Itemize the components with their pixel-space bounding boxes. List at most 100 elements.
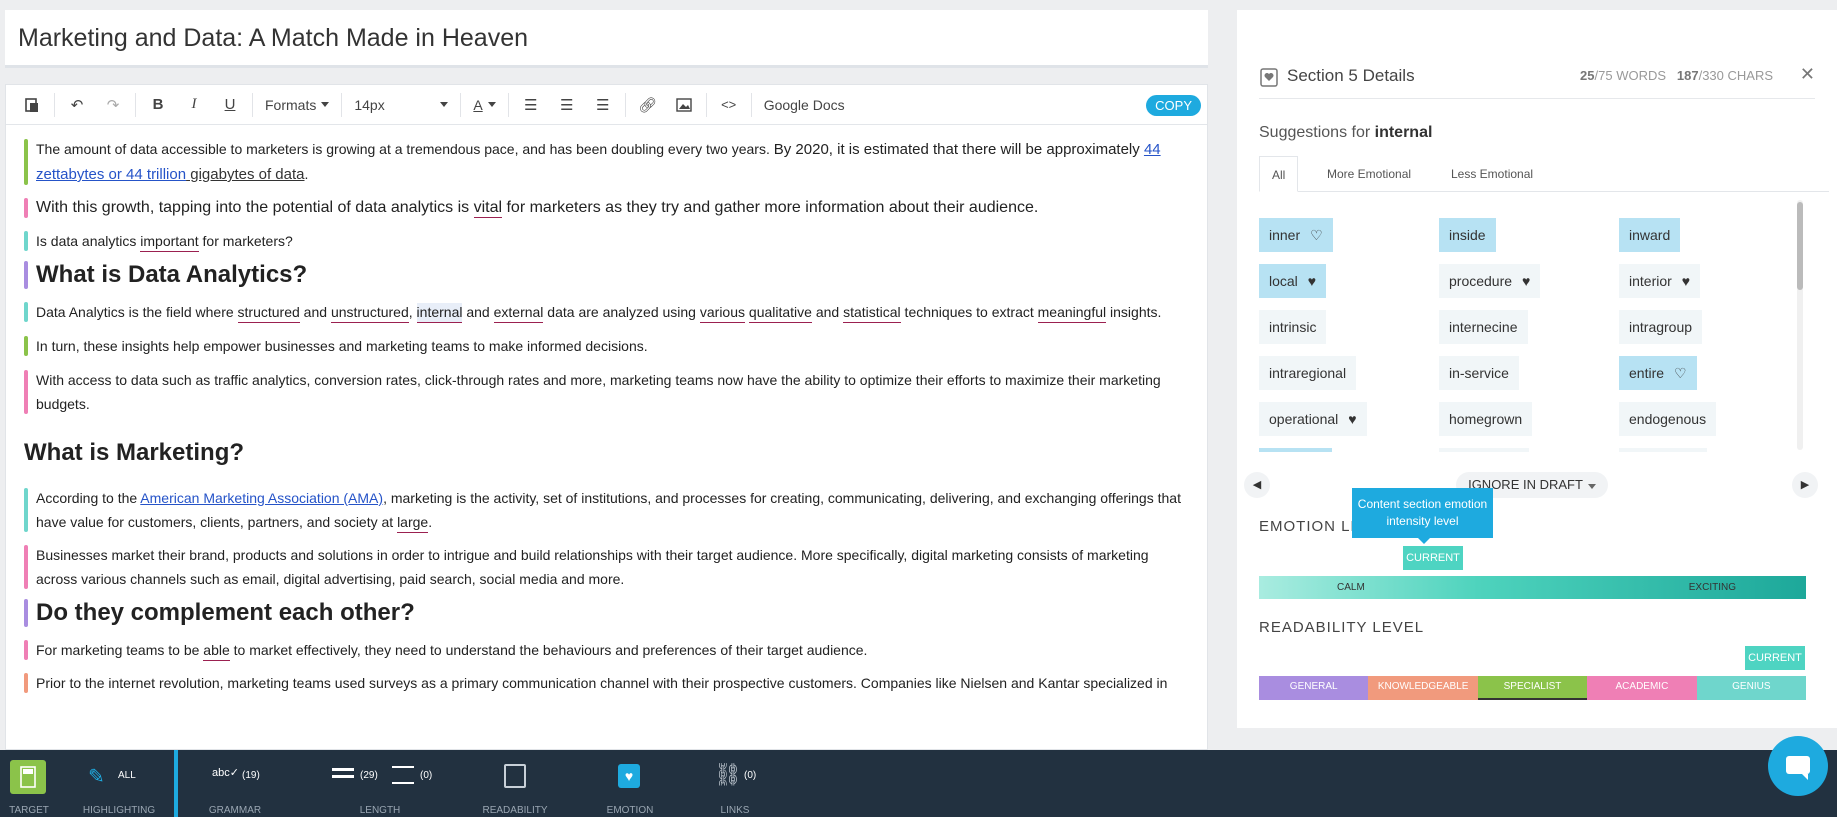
suggestion-chip[interactable]: internecine — [1439, 310, 1528, 344]
image-icon[interactable] — [666, 85, 702, 125]
paragraph[interactable]: With this growth, tapping into the poten… — [24, 196, 1193, 220]
suggestion-chip[interactable]: entire ♡ — [1619, 356, 1697, 390]
underline-icon[interactable]: U — [212, 85, 248, 125]
length-bars-icon — [332, 768, 354, 778]
paragraph[interactable]: According to the American Marketing Asso… — [24, 486, 1193, 534]
length-label: LENGTH — [359, 805, 401, 816]
paste-icon[interactable] — [14, 85, 50, 125]
suggestion-chip[interactable]: inside — [1439, 218, 1496, 252]
editor-toolbar: ↶ ↷ B I U Formats 14px A ☰ ☰ ☰ 🔗︎ <> Goo… — [6, 85, 1207, 125]
suggestion-chip[interactable]: integral♡ — [1619, 448, 1708, 452]
align-center-icon[interactable]: ☰ — [549, 85, 585, 125]
suggestion-chip[interactable]: interior ♥ — [1619, 264, 1701, 298]
grammar-tab[interactable]: abc✓ (19) GRAMMAR — [180, 750, 290, 817]
heart-outline-icon[interactable]: ♡ — [1685, 448, 1698, 452]
formats-label: Formats — [265, 96, 317, 113]
code-icon[interactable]: <> — [711, 85, 747, 125]
font-color-dropdown[interactable]: A — [465, 85, 503, 125]
heart-filled-icon[interactable]: ♥ — [1522, 264, 1530, 298]
heart-filled-icon[interactable]: ♥ — [1308, 264, 1316, 298]
heart-filled-icon[interactable]: ♥ — [1348, 402, 1356, 436]
align-left-icon[interactable]: ☰ — [513, 85, 549, 125]
paragraph[interactable]: In turn, these insights help empower bus… — [24, 334, 1193, 358]
suggestion-chip[interactable]: intragroup — [1619, 310, 1703, 344]
paragraph[interactable]: For marketing teams to be able to market… — [24, 638, 1193, 662]
font-color-icon: A — [473, 96, 483, 113]
paragraph[interactable]: Data Analytics is the field where struct… — [24, 300, 1193, 324]
highlighting-tab[interactable]: ✎ ALL HIGHLIGHTING — [66, 750, 172, 817]
suggestion-chip[interactable]: operational ♥ — [1259, 402, 1367, 436]
suggestion-chip[interactable]: endogenous — [1619, 402, 1717, 436]
suggestion-chip[interactable]: inner ♡ — [1259, 218, 1333, 252]
suggestion-chip[interactable]: inward — [1619, 218, 1681, 252]
align-right-icon[interactable]: ☰ — [585, 85, 621, 125]
highlighted-word[interactable]: various — [699, 303, 746, 323]
link-icon[interactable]: 🔗︎ — [630, 85, 666, 125]
suggestion-chip[interactable]: institutional — [1439, 448, 1530, 452]
tab-less-emotional[interactable]: Less Emotional — [1439, 156, 1545, 192]
formats-dropdown[interactable]: Formats — [257, 85, 337, 125]
suggestion-chip[interactable]: intrinsic — [1259, 310, 1327, 344]
readability-knowledgeable: KNOWLEDGEABLE — [1368, 676, 1478, 700]
highlighted-word[interactable]: structured — [237, 303, 300, 323]
undo-icon[interactable]: ↶ — [59, 85, 95, 125]
target-tab[interactable]: TARGET — [0, 750, 58, 817]
heading[interactable]: What is Marketing? — [24, 438, 1193, 468]
redo-icon[interactable]: ↷ — [95, 85, 131, 125]
highlighted-word[interactable]: external — [493, 303, 544, 323]
highlighted-word[interactable]: statistical — [843, 303, 901, 323]
emotion-high-label: EXCITING — [1688, 582, 1736, 593]
bottom-toolbar: TARGET ✎ ALL HIGHLIGHTING abc✓ (19) GRAM… — [0, 750, 1837, 817]
highlighted-word[interactable]: large — [397, 513, 429, 533]
highlighted-word[interactable]: meaningful — [1037, 303, 1107, 323]
paragraph[interactable]: Businesses market their brand, products … — [24, 543, 1193, 591]
bold-icon[interactable]: B — [140, 85, 176, 125]
paragraph[interactable]: The amount of data accessible to markete… — [24, 137, 1193, 187]
paragraph[interactable]: Is data analytics important for marketer… — [24, 229, 1193, 253]
tab-all[interactable]: All — [1259, 156, 1299, 192]
prev-arrow-icon[interactable]: ◀ — [1244, 472, 1270, 498]
chat-bubble-icon[interactable] — [1768, 736, 1828, 796]
suggestion-chip[interactable]: home♥ — [1259, 448, 1333, 452]
emotion-tab[interactable]: ♥ EMOTION — [580, 750, 680, 817]
document-title[interactable]: Marketing and Data: A Match Made in Heav… — [18, 24, 528, 53]
readability-tab[interactable]: READABILITY — [470, 750, 560, 817]
highlighted-word[interactable]: unstructured — [330, 303, 409, 323]
links-tab[interactable]: ⛓ (0) LINKS — [690, 750, 780, 817]
suggestion-chip[interactable]: homegrown — [1439, 402, 1533, 436]
length-value-2: (0) — [420, 770, 433, 781]
emotion-level-title: EMOTION LE — [1259, 518, 1362, 535]
highlighted-word[interactable]: qualitative — [748, 303, 812, 323]
suggestion-chip[interactable]: local ♥ — [1259, 264, 1327, 298]
paragraph[interactable]: Prior to the internet revolution, market… — [24, 671, 1193, 695]
highlighted-word-selected[interactable]: internal — [416, 303, 463, 323]
document-body[interactable]: The amount of data accessible to markete… — [6, 137, 1207, 695]
font-size-dropdown[interactable]: 14px — [346, 85, 456, 125]
heart-filled-icon[interactable]: ♥ — [1314, 448, 1322, 452]
suggestions-scrollbar[interactable] — [1797, 200, 1803, 450]
paragraph[interactable]: With access to data such as traffic anal… — [24, 368, 1193, 416]
ama-link[interactable]: American Marketing Association (AMA) — [140, 490, 383, 506]
suggestion-chip[interactable]: in-service — [1439, 356, 1519, 390]
heart-outline-icon[interactable]: ♡ — [1310, 218, 1323, 252]
emotion-heart-icon: ♥ — [618, 764, 640, 788]
readability-academic: ACADEMIC — [1587, 676, 1697, 700]
next-arrow-icon[interactable]: ▶ — [1792, 472, 1818, 498]
section-icon — [1259, 66, 1279, 93]
editor: ↶ ↷ B I U Formats 14px A ☰ ☰ ☰ 🔗︎ <> Goo… — [5, 84, 1208, 750]
highlighted-word[interactable]: vital — [473, 198, 503, 218]
highlighted-word[interactable]: able — [203, 641, 230, 661]
heart-outline-icon[interactable]: ♡ — [1674, 356, 1687, 390]
suggestion-chip[interactable]: intraregional — [1259, 356, 1357, 390]
suggestion-chip[interactable]: procedure ♥ — [1439, 264, 1541, 298]
heading[interactable]: What is Data Analytics? — [24, 259, 1193, 291]
length-tab[interactable]: (29) (0) LENGTH — [290, 750, 470, 817]
heart-filled-icon[interactable]: ♥ — [1682, 264, 1690, 298]
heading[interactable]: Do they complement each other? — [24, 597, 1193, 629]
tab-more-emotional[interactable]: More Emotional — [1315, 156, 1423, 192]
italic-icon[interactable]: I — [176, 85, 212, 125]
close-icon[interactable]: ✕ — [1800, 64, 1815, 85]
copy-button[interactable]: COPY — [1146, 95, 1201, 116]
google-docs-button[interactable]: Google Docs — [756, 85, 853, 125]
highlighted-word[interactable]: important — [140, 232, 199, 252]
